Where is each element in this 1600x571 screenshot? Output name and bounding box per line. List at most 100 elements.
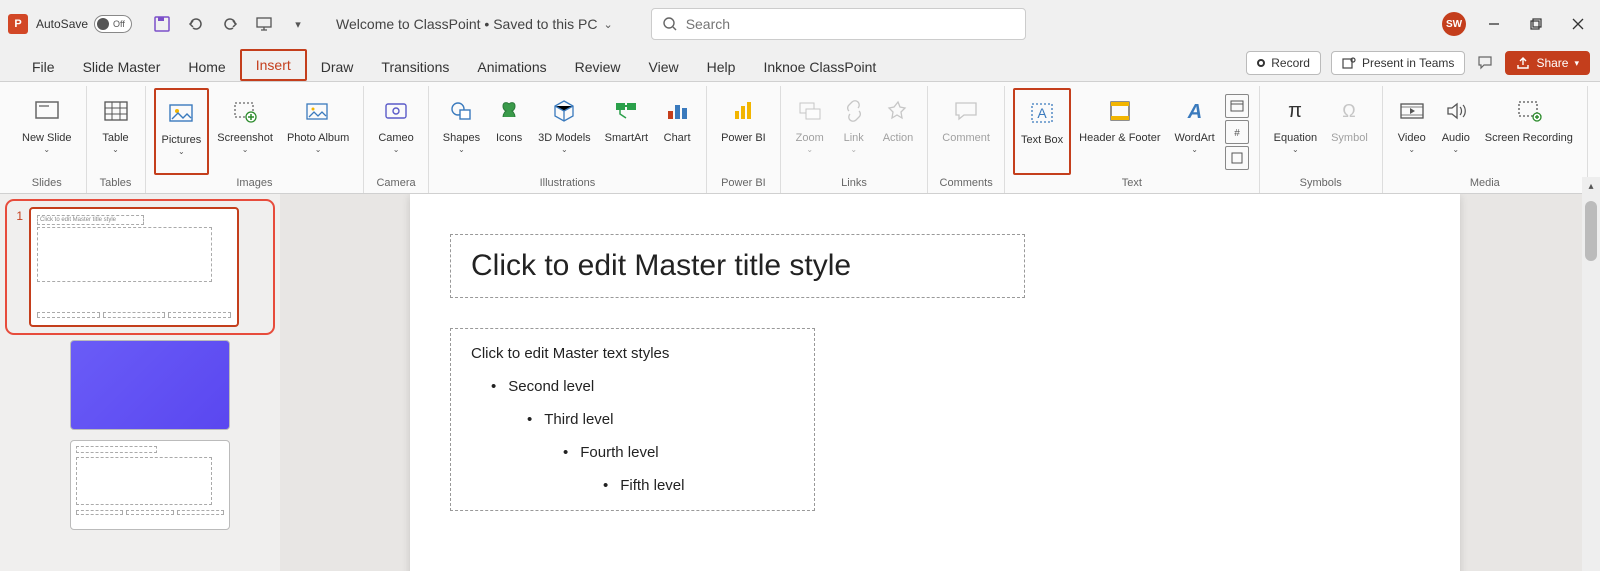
tab-help[interactable]: Help [693,53,750,81]
thumb-body-ph [37,227,212,282]
group-label-power-bi: Power BI [715,175,772,193]
restore-button[interactable] [1522,10,1550,38]
slide-master[interactable]: Click to edit Master title style Click t… [410,194,1460,571]
vertical-scrollbar[interactable]: ▴ [1582,195,1600,571]
wordart-button[interactable]: A WordArt ⌄ [1169,88,1221,175]
cameo-icon [382,92,410,130]
tab-slide-master[interactable]: Slide Master [69,53,175,81]
slide-canvas-area[interactable]: Click to edit Master title style Click t… [280,194,1600,571]
save-icon[interactable] [152,14,172,34]
group-tables: Table ⌄ Tables [87,86,146,193]
scrollbar-thumb[interactable] [1585,201,1597,261]
thumbnail-master-slide[interactable]: Click to edit Master title style [29,207,239,327]
icons-button[interactable]: Icons [488,88,530,175]
svg-text:A: A [1037,105,1047,121]
search-input[interactable] [686,16,1015,32]
caret-icon: ⌄ [242,145,249,154]
cameo-button[interactable]: Cameo ⌄ [372,88,419,175]
layout-thumbnail-2[interactable] [70,440,270,530]
thumbnail-layout-content[interactable] [70,440,230,530]
body-level-2: Second level [491,378,794,395]
autosave-toggle[interactable]: AutoSave Off [36,15,132,33]
user-avatar[interactable]: SW [1442,12,1466,36]
share-icon [1516,56,1530,70]
power-bi-button[interactable]: Power BI [715,88,772,175]
object-icon[interactable] [1225,146,1249,170]
record-button[interactable]: Record [1246,51,1321,75]
slide-thumbnails-panel: 1 Click to edit Master title style [0,194,280,571]
quick-access-toolbar: ▾ [152,14,308,34]
group-comments: Comment Comments [928,86,1005,193]
layout-thumbnail-1[interactable] [70,340,270,430]
thumb-title-ph: Click to edit Master title style [37,215,144,225]
tab-insert[interactable]: Insert [240,49,307,81]
document-title[interactable]: Welcome to ClassPoint • Saved to this PC… [336,16,613,32]
text-box-button[interactable]: A Text Box [1013,88,1071,175]
tab-file[interactable]: File [18,53,69,81]
equation-button[interactable]: π Equation ⌄ [1268,88,1323,175]
toggle-state: Off [113,19,125,29]
pictures-button[interactable]: Pictures ⌄ [154,88,210,175]
tab-view[interactable]: View [635,53,693,81]
tab-transitions[interactable]: Transitions [367,53,463,81]
screen-recording-button[interactable]: Screen Recording [1479,88,1579,175]
tab-inknoe-classpoint[interactable]: Inknoe ClassPoint [749,53,890,81]
thumbnail-number: 1 [13,209,23,223]
scroll-up-icon[interactable]: ▴ [1582,177,1600,195]
video-button[interactable]: Video ⌄ [1391,88,1433,175]
qat-more-icon[interactable]: ▾ [288,14,308,34]
toggle-switch[interactable]: Off [94,15,132,33]
caret-icon: ⌄ [1191,145,1198,154]
new-slide-button[interactable]: New Slide ⌄ [16,88,78,175]
ribbon: New Slide ⌄ Slides Table ⌄ Tables Pictur… [0,82,1600,194]
undo-icon[interactable] [186,14,206,34]
title-placeholder[interactable]: Click to edit Master title style [450,234,1025,298]
caret-icon: ⌄ [806,145,813,154]
body-level-1: Click to edit Master text styles [471,345,794,362]
tab-home[interactable]: Home [174,53,239,81]
table-button[interactable]: Table ⌄ [95,88,137,175]
shapes-button[interactable]: Shapes ⌄ [437,88,486,175]
slide-number-icon[interactable]: # [1225,120,1249,144]
thumbnail-layout-gradient[interactable] [70,340,230,430]
master-thumbnail[interactable]: 1 Click to edit Master title style [10,204,270,330]
tab-draw[interactable]: Draw [307,53,368,81]
comments-pane-icon[interactable] [1475,49,1495,77]
date-time-icon[interactable] [1225,94,1249,118]
photo-album-button[interactable]: Photo Album ⌄ [281,88,355,175]
cameo-label: Cameo [378,132,413,145]
svg-text:#: # [1234,128,1240,139]
text-mini-buttons: # [1223,88,1251,175]
tab-review[interactable]: Review [561,53,635,81]
group-power-bi: Power BI Power BI [707,86,781,193]
chart-button[interactable]: Chart [656,88,698,175]
present-in-teams-button[interactable]: Present in Teams [1331,51,1466,75]
table-icon [102,92,130,130]
redo-icon[interactable] [220,14,240,34]
action-label: Action [883,132,914,145]
close-button[interactable] [1564,10,1592,38]
action-icon [884,92,912,130]
share-button[interactable]: Share ▾ [1505,51,1590,75]
smartart-button[interactable]: SmartArt [599,88,654,175]
body-level-3: Third level [527,411,794,428]
slideshow-icon[interactable] [254,14,274,34]
search-box[interactable] [651,8,1026,40]
chevron-down-icon: ⌄ [603,18,612,31]
screenshot-button[interactable]: Screenshot ⌄ [211,88,279,175]
body-placeholder[interactable]: Click to edit Master text styles Second … [450,328,815,511]
power-bi-label: Power BI [721,132,766,145]
group-label-illustrations: Illustrations [437,175,698,193]
audio-label: Audio [1442,132,1470,145]
caret-icon: ⌄ [315,145,322,154]
three-d-models-button[interactable]: 3D Models ⌄ [532,88,597,175]
header-footer-button[interactable]: Header & Footer [1073,88,1166,175]
tab-animations[interactable]: Animations [463,53,560,81]
new-slide-label: New Slide [22,132,72,145]
zoom-icon [796,92,824,130]
action-button: Action [877,88,920,175]
thumb-footer-ph [126,510,173,515]
minimize-button[interactable] [1480,10,1508,38]
comment-button: Comment [936,88,996,175]
audio-button[interactable]: Audio ⌄ [1435,88,1477,175]
